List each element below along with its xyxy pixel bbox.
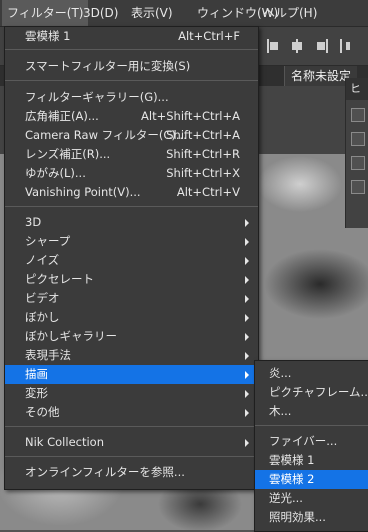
submenu-arrow-icon bbox=[245, 409, 249, 417]
submenu-arrow-icon bbox=[245, 439, 249, 447]
panel-swatch[interactable] bbox=[351, 108, 365, 122]
submenu-item-picture-frame[interactable]: ピクチャフレーム... bbox=[255, 383, 368, 402]
distribute-icon[interactable] bbox=[340, 39, 354, 53]
menu-item-filter-gallery[interactable]: フィルターギャラリー(G)... bbox=[5, 88, 258, 107]
panel-swatch[interactable] bbox=[351, 132, 365, 146]
menu-item-browse-online-filters[interactable]: オンラインフィルターを参照... bbox=[5, 463, 258, 482]
menu-filter[interactable]: フィルター(T) bbox=[2, 0, 89, 26]
submenu-arrow-icon bbox=[245, 352, 249, 360]
menu-item-convert-smart-filter[interactable]: スマートフィルター用に変換(S) bbox=[5, 57, 258, 76]
submenu-arrow-icon bbox=[245, 295, 249, 303]
align-left-icon[interactable] bbox=[267, 39, 281, 53]
menu-item-stylize[interactable]: 表現手法 bbox=[5, 346, 258, 365]
submenu-item-lighting-effects[interactable]: 照明効果... bbox=[255, 508, 368, 527]
menu-view[interactable]: 表示(V) bbox=[126, 0, 178, 26]
menu-separator bbox=[5, 426, 258, 427]
menu-separator bbox=[5, 456, 258, 457]
panel-header[interactable]: ヒス bbox=[346, 78, 368, 100]
menu-bar: フィルター(T) 3D(D) 表示(V) ウィンドウ(W) ヘルプ(H) bbox=[0, 0, 368, 27]
menu-3d[interactable]: 3D(D) bbox=[78, 0, 123, 26]
submenu-item-tree[interactable]: 木... bbox=[255, 402, 368, 421]
menu-item-lens-correction[interactable]: レンズ補正(R)... Shift+Ctrl+R bbox=[5, 145, 258, 164]
menu-item-camera-raw[interactable]: Camera Raw フィルター(C)... Shift+Ctrl+A bbox=[5, 126, 258, 145]
render-submenu: 炎... ピクチャフレーム... 木... ファイバー... 雲模様 1 雲模様… bbox=[254, 360, 368, 532]
submenu-arrow-icon bbox=[245, 371, 249, 379]
menu-item-distort[interactable]: 変形 bbox=[5, 384, 258, 403]
menu-item-video[interactable]: ビデオ bbox=[5, 289, 258, 308]
submenu-item-clouds-1[interactable]: 雲模様 1 bbox=[255, 451, 368, 470]
menu-item-render[interactable]: 描画 bbox=[5, 365, 258, 384]
menu-item-3d[interactable]: 3D bbox=[5, 213, 258, 232]
menu-item-blur-gallery[interactable]: ぼかしギャラリー bbox=[5, 327, 258, 346]
panel-swatch[interactable] bbox=[351, 180, 365, 194]
menu-item-liquify[interactable]: ゆがみ(L)... Shift+Ctrl+X bbox=[5, 164, 258, 183]
panel-swatch[interactable] bbox=[351, 156, 365, 170]
submenu-arrow-icon bbox=[245, 219, 249, 227]
filter-menu: 雲模様 1 Alt+Ctrl+F スマートフィルター用に変換(S) フィルターギ… bbox=[4, 26, 259, 490]
submenu-item-lens-flare[interactable]: 逆光... bbox=[255, 489, 368, 508]
menu-separator bbox=[5, 80, 258, 81]
menu-item-vanishing-point[interactable]: Vanishing Point(V)... Alt+Ctrl+V bbox=[5, 183, 258, 202]
menu-separator bbox=[255, 425, 368, 426]
histogram-panel: ヒス bbox=[345, 78, 368, 228]
submenu-item-flame[interactable]: 炎... bbox=[255, 364, 368, 383]
menu-item-blur[interactable]: ぼかし bbox=[5, 308, 258, 327]
submenu-arrow-icon bbox=[245, 257, 249, 265]
menu-help[interactable]: ヘルプ(H) bbox=[258, 0, 322, 26]
align-center-icon[interactable] bbox=[290, 39, 304, 53]
menu-item-sharpen[interactable]: シャープ bbox=[5, 232, 258, 251]
submenu-arrow-icon bbox=[245, 333, 249, 341]
menu-item-last-filter[interactable]: 雲模様 1 Alt+Ctrl+F bbox=[5, 27, 258, 46]
menu-item-adaptive-wide-angle[interactable]: 広角補正(A)... Alt+Shift+Ctrl+A bbox=[5, 107, 258, 126]
menu-item-pixelate[interactable]: ピクセレート bbox=[5, 270, 258, 289]
menu-item-noise[interactable]: ノイズ bbox=[5, 251, 258, 270]
submenu-arrow-icon bbox=[245, 238, 249, 246]
submenu-item-clouds-2[interactable]: 雲模様 2 bbox=[255, 470, 368, 489]
menu-separator bbox=[5, 206, 258, 207]
submenu-arrow-icon bbox=[245, 390, 249, 398]
submenu-arrow-icon bbox=[245, 314, 249, 322]
submenu-item-fibers[interactable]: ファイバー... bbox=[255, 432, 368, 451]
menu-item-nik-collection[interactable]: Nik Collection bbox=[5, 433, 258, 452]
menu-separator bbox=[5, 49, 258, 50]
menu-item-other[interactable]: その他 bbox=[5, 403, 258, 422]
submenu-arrow-icon bbox=[245, 276, 249, 284]
align-right-icon[interactable] bbox=[314, 39, 328, 53]
